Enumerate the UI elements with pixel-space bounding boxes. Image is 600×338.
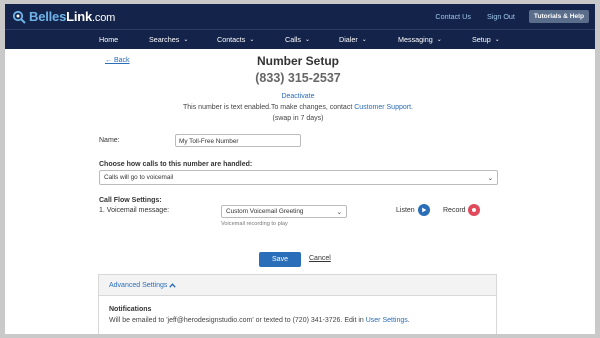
chevron-down-icon: ⌄ <box>494 37 500 43</box>
nav-setup[interactable]: Setup ⌄ <box>472 35 500 44</box>
tutorials-button[interactable]: Tutorials & Help <box>528 10 589 23</box>
name-field[interactable]: My Toll-Free Number <box>175 134 301 147</box>
swap-notice: (swap in 7 days) <box>272 115 324 122</box>
nav-dialer-label: Dialer <box>339 35 358 44</box>
chevron-down-icon: ⌄ <box>183 37 189 43</box>
voicemail-hint: Voicemail recording to play <box>221 221 288 227</box>
voicemail-greeting-value: Custom Voicemail Greeting <box>226 208 304 215</box>
handling-label: Choose how calls to this number are hand… <box>99 161 253 168</box>
listen-button[interactable] <box>418 204 430 216</box>
notifications-body: Will be emailed to 'jeff@herodesignstudi… <box>109 317 366 324</box>
listen-label: Listen <box>396 207 415 214</box>
notifications-end: . <box>407 317 410 324</box>
nav-calls[interactable]: Calls ⌄ <box>285 35 310 44</box>
nav-dialer[interactable]: Dialer ⌄ <box>339 35 367 44</box>
deactivate-link[interactable]: Deactivate <box>98 93 498 100</box>
deactivate-label: Deactivate <box>281 93 315 100</box>
record-icon <box>472 208 476 212</box>
nav-contacts[interactable]: Contacts ⌄ <box>217 35 254 44</box>
save-button[interactable]: Save <box>259 252 301 267</box>
nav-home[interactable]: Home <box>99 35 118 44</box>
voicemail-label: 1. Voicemail message: <box>99 207 170 214</box>
play-icon <box>422 207 427 213</box>
advanced-settings-toggle[interactable]: Advanced Settings <box>109 282 177 289</box>
nav-contacts-label: Contacts <box>217 35 246 44</box>
chevron-down-icon: ⌄ <box>487 174 493 182</box>
page-title: Number Setup <box>256 54 339 68</box>
chevron-down-icon: ⌄ <box>249 37 255 43</box>
nav-searches[interactable]: Searches ⌄ <box>149 35 188 44</box>
advanced-settings-label: Advanced Settings <box>109 282 168 289</box>
chevron-down-icon: ⌄ <box>304 37 311 43</box>
top-bar: BellesLink.com Contact Us Sign Out Tutor… <box>5 4 595 29</box>
logo[interactable]: BellesLink.com <box>12 8 115 25</box>
call-flow-label: Call Flow Settings: <box>99 197 162 204</box>
call-handling-value: Calls will go to voicemail <box>104 174 174 181</box>
notifications-text: Will be emailed to 'jeff@herodesignstudi… <box>109 317 410 324</box>
voicemail-greeting-select[interactable]: Custom Voicemail Greeting ⌄ <box>221 205 347 218</box>
save-label: Save <box>272 256 288 263</box>
nav-messaging[interactable]: Messaging ⌄ <box>398 35 442 44</box>
chevron-down-icon: ⌄ <box>436 37 442 43</box>
cancel-link[interactable]: Cancel <box>309 255 331 262</box>
main-nav: Home Searches ⌄ Contacts ⌄ Calls ⌄ Dialer ⌄ … <box>5 29 595 49</box>
call-handling-select[interactable]: Calls will go to voicemail ⌄ <box>99 170 498 185</box>
nav-home-label: Home <box>99 35 119 44</box>
customer-support-link[interactable]: Customer Support <box>354 104 411 111</box>
logo-part-1: Belles <box>29 9 67 24</box>
nav-searches-label: Searches <box>149 35 180 44</box>
name-label: Name: <box>99 137 120 144</box>
chevron-down-icon: ⌄ <box>361 37 367 43</box>
record-button[interactable] <box>468 204 480 216</box>
logo-part-3: .com <box>92 12 116 24</box>
user-settings-link[interactable]: User Settings <box>366 317 408 324</box>
text-enabled-notice: This number is text enabled.To make chan… <box>98 104 498 111</box>
logo-part-2: Link <box>66 9 93 24</box>
chevron-up-icon <box>169 283 177 288</box>
phone-number: (833) 315-2537 <box>255 71 341 85</box>
top-links: Contact Us Sign Out Tutorials & Help <box>419 10 589 23</box>
notice-end: . <box>411 104 413 111</box>
advanced-settings-header: Advanced Settings <box>99 275 496 296</box>
name-field-value: My Toll-Free Number <box>179 138 239 145</box>
nav-calls-label: Calls <box>285 35 301 44</box>
nav-messaging-label: Messaging <box>398 35 433 44</box>
chevron-down-icon: ⌄ <box>336 208 342 216</box>
nav-setup-label: Setup <box>472 35 491 44</box>
sign-out-link[interactable]: Sign Out <box>487 12 515 21</box>
notifications-title: Notifications <box>109 306 152 313</box>
notice-text: This number is text enabled.To make chan… <box>183 104 355 111</box>
record-label: Record <box>443 207 466 214</box>
logo-text: BellesLink.com <box>29 9 115 24</box>
contact-us-link[interactable]: Contact Us <box>435 12 471 21</box>
advanced-settings-panel: Advanced Settings Notifications Will be … <box>98 274 497 334</box>
magnifier-logo-icon <box>12 10 26 24</box>
